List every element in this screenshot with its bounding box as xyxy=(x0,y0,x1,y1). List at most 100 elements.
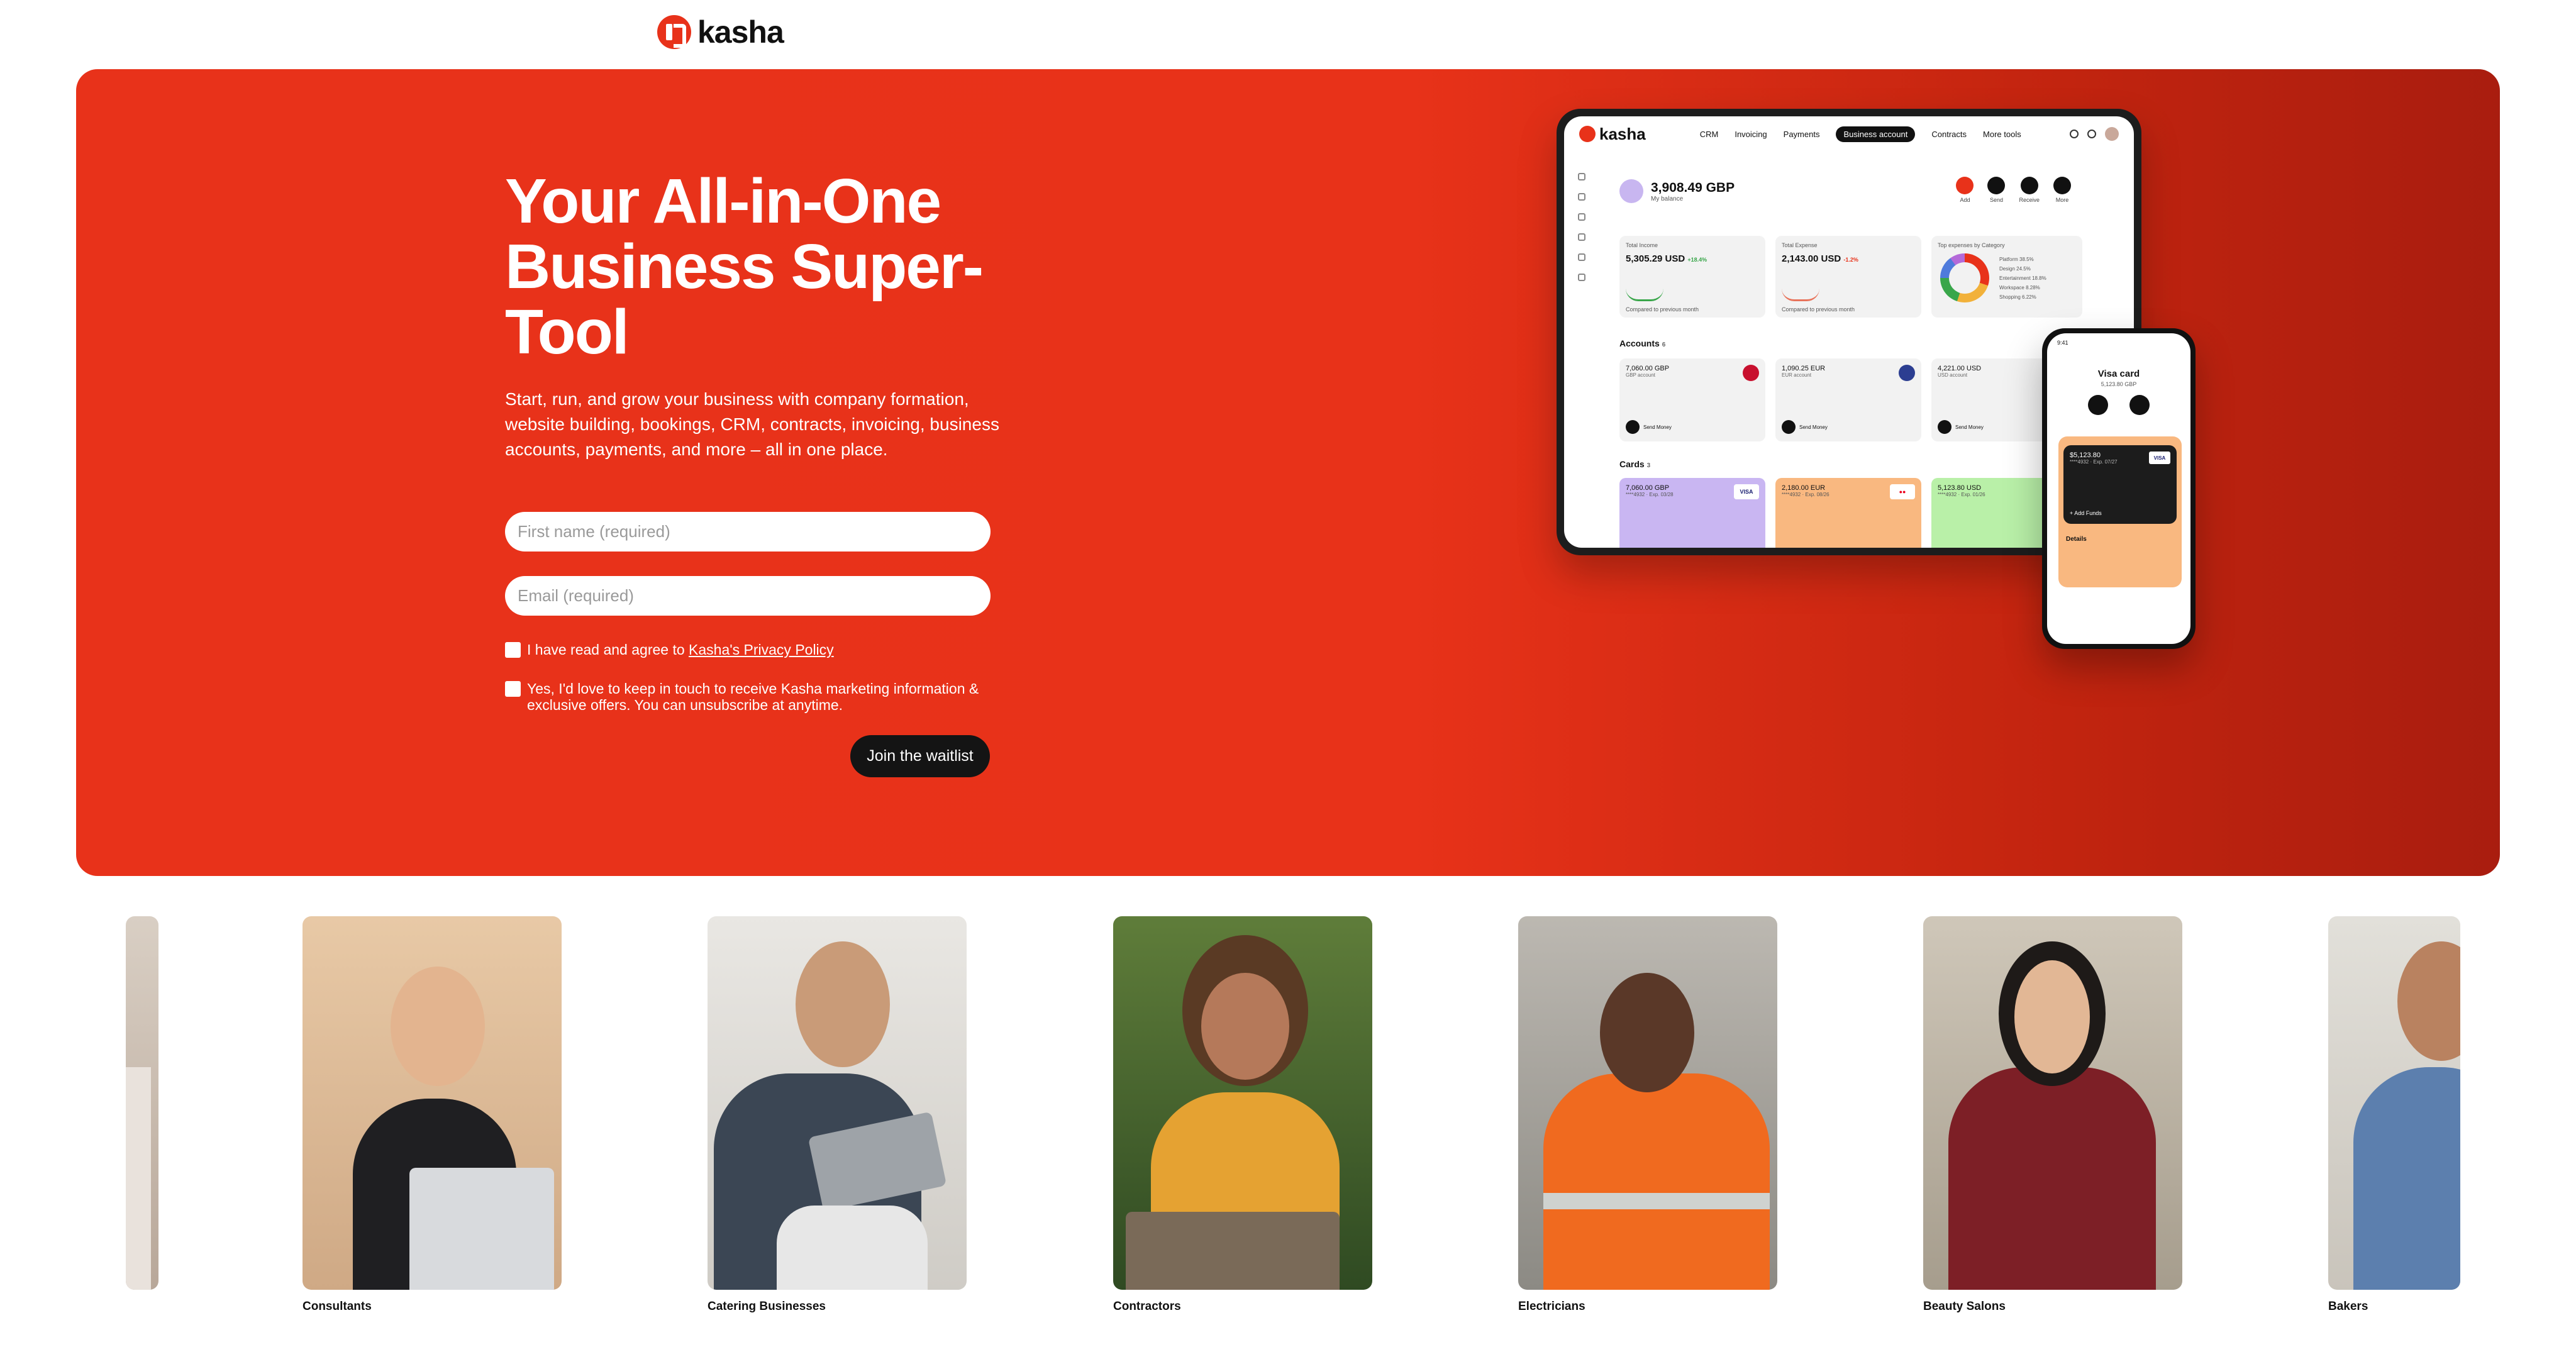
receive-action[interactable]: Receive xyxy=(2019,177,2040,203)
legend-pct: 18.8% xyxy=(2032,275,2046,281)
help-icon[interactable] xyxy=(1578,274,1585,281)
phone-visa-card[interactable]: $5,123.80 ****4932 · Exp. 07/27 VISA + A… xyxy=(2063,445,2177,524)
add-action[interactable]: Add xyxy=(1956,177,1974,203)
cards-title: Cards xyxy=(1619,459,1645,469)
phone-screen: 9:41 Visa card 5,123.80 GBP Details $5,1… xyxy=(2047,333,2190,644)
person-silhouette xyxy=(1948,1067,2156,1290)
nav-contracts[interactable]: Contracts xyxy=(1931,130,1967,139)
legend-item: Workspace 8.28% xyxy=(1999,283,2046,292)
category-label: Bakers xyxy=(2328,1300,2368,1313)
phone-mockup: 9:41 Visa card 5,123.80 GBP Details $5,1… xyxy=(2042,328,2196,649)
eu-flag-icon xyxy=(1899,365,1915,381)
marketing-checkbox[interactable] xyxy=(505,681,521,697)
clock-icon[interactable] xyxy=(1578,193,1585,201)
add-funds-label: Add Funds xyxy=(2074,510,2102,516)
phone-title: Visa card xyxy=(2097,369,2140,379)
person-head xyxy=(1201,973,1289,1080)
accounts-count: 6 xyxy=(1662,341,1666,348)
income-amount: 5,305.29 USD xyxy=(1626,253,1685,264)
nav-utilities xyxy=(2070,127,2119,141)
legend-pct: 24.5% xyxy=(2016,266,2031,272)
visa-icon: VISA xyxy=(2149,452,2170,464)
person-head xyxy=(1600,973,1694,1092)
file-icon[interactable] xyxy=(1578,253,1585,261)
send-money-label: Send Money xyxy=(1955,424,1984,430)
person-head xyxy=(391,967,485,1086)
arrow-right-icon xyxy=(1626,420,1640,434)
category-legend: Platform 38.5% Design 24.5% Entertainmen… xyxy=(1999,255,2046,302)
category-card-contractors[interactable]: Contractors xyxy=(1113,916,1372,1314)
payment-card[interactable]: 7,060.00 GBP ****4932 · Exp. 03/28 VISA xyxy=(1619,478,1765,548)
privacy-consent[interactable]: I have read and agree to Kasha's Privacy… xyxy=(505,641,834,658)
income-compared: Compared to previous month xyxy=(1626,306,1699,313)
card-icon[interactable] xyxy=(1578,213,1585,221)
person-head xyxy=(796,941,890,1067)
email-input[interactable] xyxy=(505,576,991,616)
income-label: Total Income xyxy=(1626,242,1658,248)
account-card[interactable]: 1,090.25 EUR EUR account Send Money xyxy=(1775,358,1921,441)
marketing-consent-text: Yes, I'd love to keep in touch to receiv… xyxy=(527,680,979,713)
expense-change: -1.2% xyxy=(1843,257,1858,263)
legend-pct: 38.5% xyxy=(2019,257,2034,262)
category-card-bakers[interactable]: Bakers xyxy=(2328,916,2460,1314)
send-money-button[interactable]: Send Money xyxy=(1626,420,1672,434)
dashboard-nav: kasha CRM Invoicing Payments Business ac… xyxy=(1564,116,2134,152)
phone-subtitle: 5,123.80 GBP xyxy=(2101,381,2137,387)
chair-icon xyxy=(777,1206,928,1290)
account-amount: 1,090.25 EUR xyxy=(1782,365,1826,372)
category-card-catering[interactable]: Catering Businesses xyxy=(708,916,967,1314)
privacy-text: I have read and agree to Kasha's Privacy… xyxy=(527,641,834,658)
nav-business-account[interactable]: Business account xyxy=(1836,126,1916,142)
receive-action-label: Receive xyxy=(2019,197,2040,203)
laptop-icon xyxy=(409,1168,554,1290)
expense-sparkline xyxy=(1782,289,1819,301)
expense-label: Total Expense xyxy=(1782,242,1818,248)
income-card: Total Income 5,305.29 USD +18.4% Compare… xyxy=(1619,236,1765,318)
category-card-beauty-salons[interactable]: Beauty Salons xyxy=(1923,916,2182,1314)
category-card-electricians[interactable]: Electricians xyxy=(1518,916,1777,1314)
cards-count: 3 xyxy=(1646,462,1651,469)
uk-flag-icon xyxy=(1743,365,1759,381)
add-funds-button[interactable]: + Add Funds xyxy=(2070,510,2102,516)
send-money-button[interactable]: Send Money xyxy=(1938,420,1984,434)
arrow-up-icon xyxy=(1987,177,2006,194)
person-silhouette xyxy=(2353,1067,2460,1290)
freeze-icon[interactable] xyxy=(2088,395,2108,415)
avatar[interactable] xyxy=(2105,127,2119,141)
send-money-button[interactable]: Send Money xyxy=(1782,420,1828,434)
grid-icon[interactable] xyxy=(1578,173,1585,180)
dashboard-logo: kasha xyxy=(1579,125,1646,144)
balance-icon xyxy=(1619,179,1643,203)
nav-payments[interactable]: Payments xyxy=(1784,130,1820,139)
account-card[interactable]: 7,060.00 GBP GBP account Send Money xyxy=(1619,358,1765,441)
search-icon[interactable] xyxy=(2070,130,2079,138)
more-action[interactable]: More xyxy=(2053,177,2071,203)
first-name-input[interactable] xyxy=(505,512,991,552)
expense-value: 2,143.00 USD -1.2% xyxy=(1782,253,1915,264)
privacy-checkbox[interactable] xyxy=(505,642,521,658)
account-label: EUR account xyxy=(1782,372,1812,378)
phone-time: 9:41 xyxy=(2057,340,2068,346)
transfer-icon[interactable] xyxy=(1578,233,1585,241)
category-card-consultants[interactable]: Consultants xyxy=(303,916,562,1314)
nav-invoicing[interactable]: Invoicing xyxy=(1735,130,1767,139)
electricians-photo xyxy=(1518,916,1777,1290)
nav-crm[interactable]: CRM xyxy=(1700,130,1719,139)
join-waitlist-button[interactable]: Join the waitlist xyxy=(850,735,990,777)
arrow-right-icon xyxy=(1782,420,1796,434)
mastercard-icon: ●● xyxy=(1890,484,1915,499)
add-action-label: Add xyxy=(1960,197,1970,203)
bell-icon[interactable] xyxy=(2087,130,2096,138)
nav-more-tools[interactable]: More tools xyxy=(1983,130,2021,139)
send-action[interactable]: Send xyxy=(1987,177,2006,203)
bakers-photo xyxy=(2328,916,2460,1290)
kasha-logo[interactable]: kasha xyxy=(657,14,784,50)
settings-icon[interactable] xyxy=(2129,395,2150,415)
quick-actions: Add Send Receive More xyxy=(1956,177,2071,203)
payment-card[interactable]: 2,180.00 EUR ****4932 · Exp. 08/26 ●● xyxy=(1775,478,1921,548)
accounts-title: Accounts xyxy=(1619,338,1660,348)
person-silhouette xyxy=(1543,1073,1770,1290)
privacy-policy-link[interactable]: Kasha's Privacy Policy xyxy=(689,641,834,658)
income-value: 5,305.29 USD +18.4% xyxy=(1626,253,1759,264)
marketing-consent[interactable]: Yes, I'd love to keep in touch to receiv… xyxy=(505,680,1008,713)
